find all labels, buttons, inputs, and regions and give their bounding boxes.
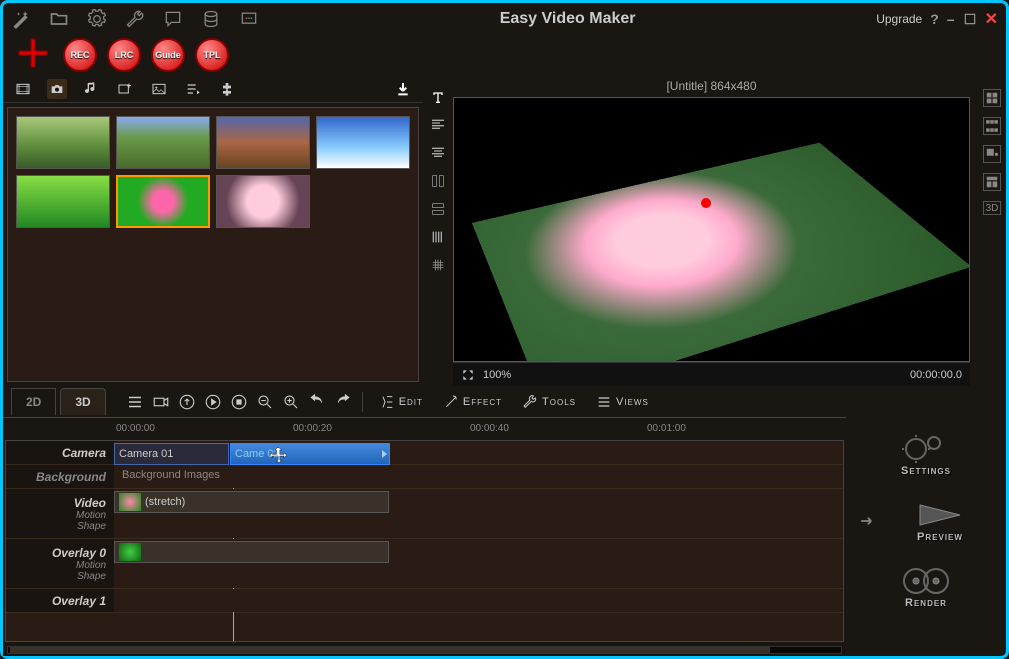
3d-button[interactable]: 3D xyxy=(983,201,1001,215)
wand-icon[interactable] xyxy=(11,9,31,29)
wrench-icon[interactable] xyxy=(125,9,145,29)
chat-icon[interactable] xyxy=(163,9,183,29)
media-thumb-selected[interactable] xyxy=(116,175,210,228)
grid-icon[interactable] xyxy=(430,257,446,273)
preview-image xyxy=(471,142,970,362)
tab-video[interactable] xyxy=(13,79,33,99)
track-label-video: Video Motion Shape xyxy=(6,489,114,538)
tab-rect-plus[interactable] xyxy=(115,79,135,99)
up-arrow-icon[interactable] xyxy=(176,391,198,413)
clip-video[interactable]: (stretch) xyxy=(114,491,389,513)
align-center-icon[interactable] xyxy=(430,145,446,161)
minimize-button[interactable]: – xyxy=(947,11,955,27)
record-button[interactable]: REC xyxy=(63,38,97,72)
tab-2d[interactable]: 2D xyxy=(11,388,56,415)
media-thumb[interactable] xyxy=(216,116,310,169)
right-sidebar: Settings Preview Render xyxy=(846,386,1006,656)
media-thumb[interactable] xyxy=(316,116,410,169)
effect-action[interactable]: Effect xyxy=(435,394,510,410)
tab-camera[interactable] xyxy=(47,79,67,99)
text-tool-icon[interactable] xyxy=(430,89,446,105)
track-label-overlay0: Overlay 0 Motion Shape xyxy=(6,539,114,588)
background-hint: Background Images xyxy=(122,469,220,481)
track-label-background: Background xyxy=(6,465,114,488)
media-panel xyxy=(3,75,423,386)
gear-icon[interactable] xyxy=(87,9,107,29)
zoom-in-icon[interactable] xyxy=(280,391,302,413)
bars-icon[interactable] xyxy=(430,229,446,245)
tab-playlist[interactable] xyxy=(183,79,203,99)
play-icon[interactable] xyxy=(202,391,224,413)
camera-icon[interactable] xyxy=(150,391,172,413)
stop-icon[interactable] xyxy=(228,391,250,413)
zoom-out-icon[interactable] xyxy=(254,391,276,413)
help-button[interactable]: ? xyxy=(930,11,939,27)
folder-icon[interactable] xyxy=(49,9,69,29)
grid4-icon[interactable] xyxy=(983,89,1001,107)
lrc-button[interactable]: LRC xyxy=(107,38,141,72)
zoom-level: 100% xyxy=(483,369,511,381)
titlebar: Easy Video Maker Upgrade ? – ✕ xyxy=(3,3,1006,35)
preview-title: [Untitle] 864x480 xyxy=(453,75,970,97)
upgrade-button[interactable]: Upgrade xyxy=(876,12,922,26)
preview-canvas[interactable] xyxy=(453,97,970,362)
arrow-right-icon xyxy=(857,511,877,531)
tab-image[interactable] xyxy=(149,79,169,99)
download-button[interactable] xyxy=(393,79,413,99)
edit-action[interactable]: Edit xyxy=(371,394,431,410)
tab-3d[interactable]: 3D xyxy=(60,388,105,415)
clip-overlay0[interactable] xyxy=(114,541,389,563)
clip-thumb xyxy=(119,493,141,511)
clip-camera-1[interactable]: Camera 01 xyxy=(114,443,229,465)
media-thumb[interactable] xyxy=(116,116,210,169)
database-icon[interactable] xyxy=(201,9,221,29)
media-thumb[interactable] xyxy=(16,116,110,169)
move-cursor-icon xyxy=(269,446,289,466)
expand-icon[interactable] xyxy=(461,368,475,382)
timeline-ruler[interactable]: 00:00:00 00:00:20 00:00:40 00:01:00 xyxy=(3,418,846,438)
undo-icon[interactable] xyxy=(306,391,328,413)
layout-icon[interactable] xyxy=(983,173,1001,191)
media-thumb[interactable] xyxy=(16,175,110,228)
timestamp: 00:00:00.0 xyxy=(910,369,962,381)
rows-icon[interactable] xyxy=(430,201,446,217)
screen-icon[interactable] xyxy=(239,9,259,29)
tools-action[interactable]: Tools xyxy=(514,394,584,410)
track-label-camera: Camera xyxy=(6,441,114,464)
app-title: Easy Video Maker xyxy=(259,10,876,28)
tab-audio[interactable] xyxy=(81,79,101,99)
preview-button[interactable]: Preview xyxy=(885,496,995,546)
clip-camera-2[interactable]: Came 02 xyxy=(230,443,390,465)
close-button[interactable]: ✕ xyxy=(985,9,998,29)
guide-button[interactable]: Guide xyxy=(151,38,185,72)
maximize-button[interactable] xyxy=(963,12,977,26)
preview-left-tools xyxy=(423,75,453,386)
main-toolbar: REC LRC Guide TPL xyxy=(3,35,1006,75)
views-action[interactable]: Views xyxy=(588,394,657,410)
media-grid xyxy=(7,107,419,382)
columns-icon[interactable] xyxy=(430,173,446,189)
render-button[interactable]: Render xyxy=(871,562,981,612)
timeline-tracks: Camera Camera 01 Came 02 Background xyxy=(5,440,844,642)
settings-button[interactable]: Settings xyxy=(871,430,981,480)
track-label-overlay1: Overlay 1 xyxy=(6,589,114,612)
grid-align-icon[interactable] xyxy=(983,117,1001,135)
horizontal-scrollbar[interactable] xyxy=(3,644,846,656)
menu-icon[interactable] xyxy=(124,391,146,413)
timeline-toolbar: 2D 3D Edit Effect Tools Views xyxy=(3,386,846,418)
clip-thumb xyxy=(119,543,141,561)
preview-right-tools: 3D xyxy=(978,75,1006,386)
big-small-icon[interactable] xyxy=(983,145,1001,163)
add-button[interactable] xyxy=(13,35,53,75)
align-left-icon[interactable] xyxy=(430,117,446,133)
tab-plugin[interactable] xyxy=(217,79,237,99)
tpl-button[interactable]: TPL xyxy=(195,38,229,72)
media-thumb[interactable] xyxy=(216,175,310,228)
redo-icon[interactable] xyxy=(332,391,354,413)
